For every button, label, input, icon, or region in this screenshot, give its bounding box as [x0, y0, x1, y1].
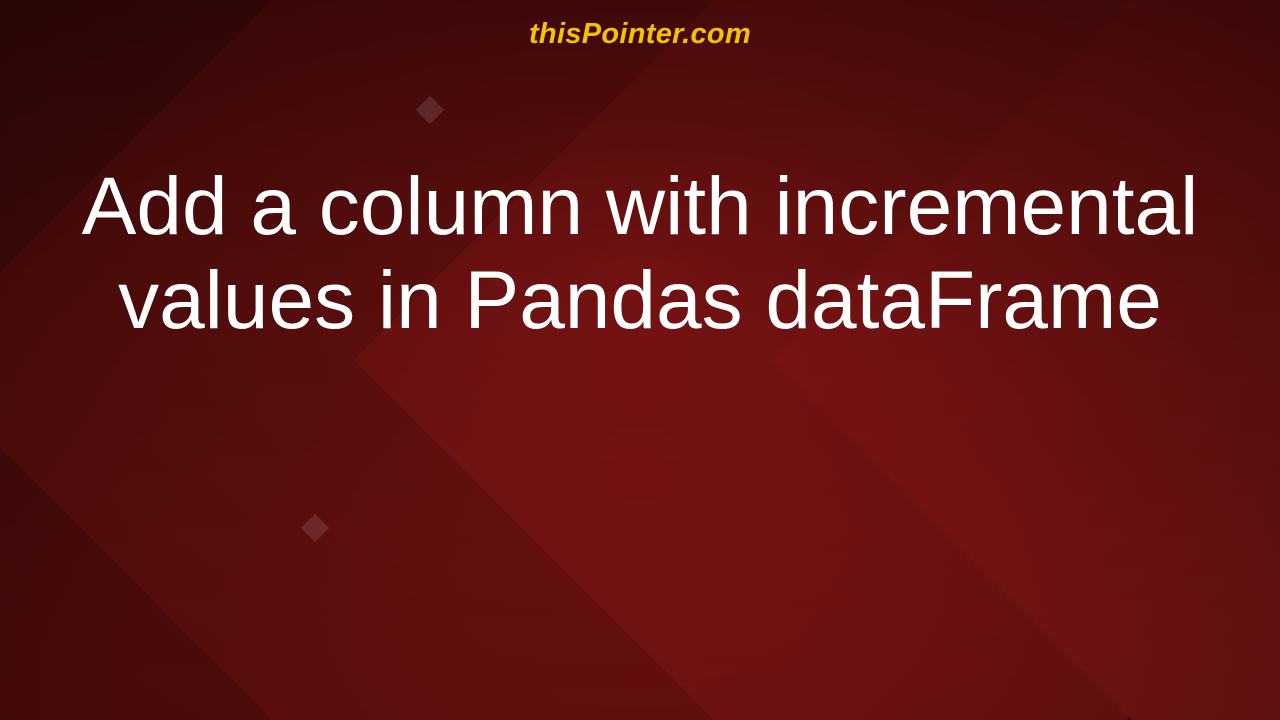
site-logo-row: thisPointer.com [0, 18, 1280, 51]
logo-part-pointer: Pointer [582, 18, 682, 50]
logo-part-com: .com [682, 18, 751, 50]
logo-part-this: this [529, 18, 582, 50]
background-chevrons [0, 0, 1280, 720]
site-logo: thisPointer.com [529, 18, 751, 50]
page-title: Add a column with incremental values in … [60, 160, 1220, 349]
